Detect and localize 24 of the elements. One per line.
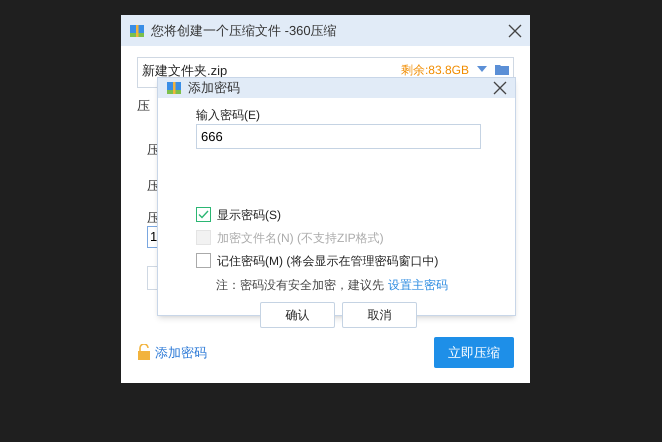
- archive-icon: [166, 80, 182, 96]
- dialog-button[interactable]: 取消: [342, 302, 417, 328]
- note-text: 注：密码没有安全加密，建议先: [216, 276, 384, 294]
- option-label: 加密文件名(N) (不支持ZIP格式): [217, 230, 384, 246]
- option-label: 记住密码(M) (将会显示在管理密码窗口中): [217, 252, 438, 270]
- dialog-button[interactable]: 确认: [260, 302, 335, 328]
- folder-icon[interactable]: [495, 64, 509, 75]
- close-icon[interactable]: [493, 80, 507, 95]
- option-label: 压: [137, 97, 151, 115]
- password-label: 输入密码(E): [196, 106, 261, 124]
- file-name: 新建文件夹.zip: [142, 62, 228, 80]
- close-icon[interactable]: [508, 24, 522, 38]
- checkbox[interactable]: [196, 207, 211, 222]
- option-label: 显示密码(S): [217, 206, 281, 224]
- archive-icon: [129, 22, 145, 38]
- padlock-icon: [137, 344, 151, 360]
- dropdown-icon[interactable]: [477, 66, 487, 72]
- checkmark-icon: [198, 210, 209, 219]
- window-title: 您将创建一个压缩文件 -360压缩: [151, 22, 338, 40]
- master-password-link[interactable]: 设置主密码: [388, 276, 448, 294]
- password-field[interactable]: 666: [196, 124, 481, 148]
- add-password-link[interactable]: 添加密码: [155, 342, 207, 362]
- free-space-label: 剩余:83.8GB: [400, 62, 469, 79]
- checkbox[interactable]: [196, 253, 211, 268]
